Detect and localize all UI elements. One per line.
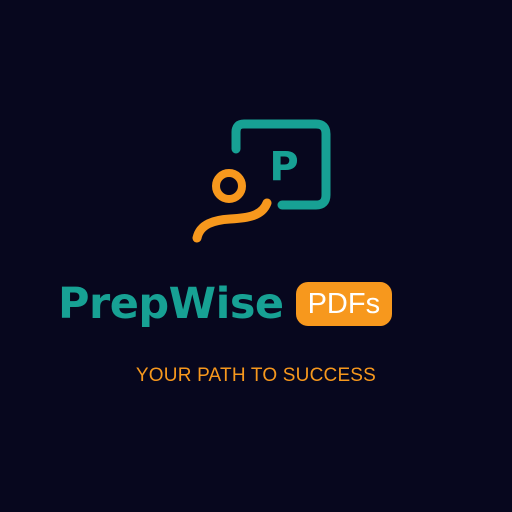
- p-letter-icon: P: [269, 144, 298, 190]
- wordmark: PrepWise PDFs: [58, 272, 393, 336]
- pdfs-badge-label: PDFs: [307, 287, 381, 320]
- logo-canvas: P PrepWise PDFs YOUR PATH TO SUCCESS: [0, 0, 512, 512]
- path-swoosh-icon: [192, 198, 272, 243]
- tagline: YOUR PATH TO SUCCESS: [135, 365, 377, 386]
- brand-name: PrepWise: [58, 278, 284, 329]
- person-path-p-icon: P: [192, 119, 331, 243]
- person-head-icon: [212, 169, 246, 203]
- pdfs-badge: PDFs: [295, 282, 393, 326]
